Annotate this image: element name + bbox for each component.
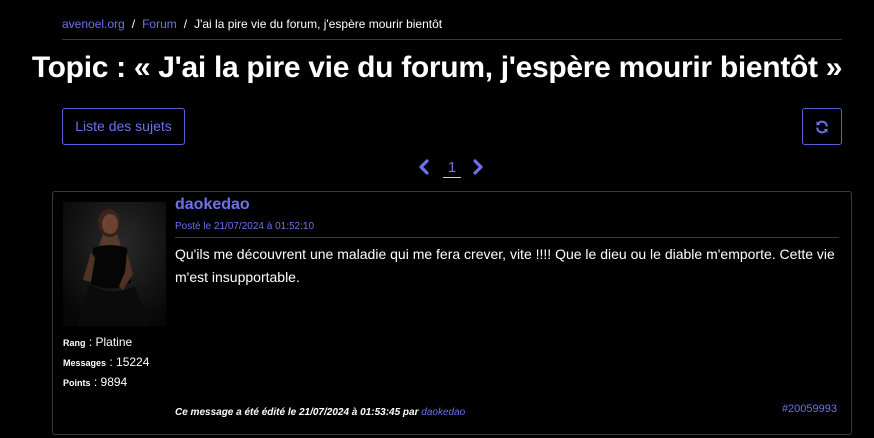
page-number-current[interactable]: 1 xyxy=(443,159,461,178)
post-content: Qu'ils me découvrent une maladie qui me … xyxy=(175,246,835,285)
post-timestamp[interactable]: Posté le 21/07/2024 à 01:52:10 xyxy=(175,220,314,234)
post-id-link[interactable]: #20059993 xyxy=(782,402,837,416)
post-divider xyxy=(175,237,839,238)
post-author[interactable]: daokedao xyxy=(175,195,250,215)
pagination: 1 xyxy=(0,156,874,180)
topics-list-button[interactable]: Liste des sujets xyxy=(62,108,185,145)
forum-post: Rang : Platine Messages : 15224 Points :… xyxy=(52,191,852,435)
avatar[interactable] xyxy=(63,202,166,326)
refresh-icon xyxy=(816,120,828,133)
breadcrumb: avenoel.org / Forum / J'ai la pire vie du fo… xyxy=(62,16,442,32)
edit-notice: Ce message a été édité le 21/07/2024 à 0… xyxy=(175,407,466,418)
breadcrumb-current: J'ai la pire vie du forum, j'espère mour… xyxy=(194,17,443,31)
breadcrumb-forum-link[interactable]: Forum xyxy=(142,17,177,31)
page: avenoel.org / Forum / J'ai la pire vie du fo… xyxy=(0,0,874,438)
user-info: Rang : Platine Messages : 15224 Points :… xyxy=(63,333,149,393)
refresh-button[interactable] xyxy=(802,108,842,145)
user-messages: Messages : 15224 xyxy=(63,355,150,369)
page-title: Topic : « J'ai la pire vie du forum, j'e… xyxy=(31,51,843,84)
user-points: Points : 9894 xyxy=(63,375,128,389)
header-divider xyxy=(62,39,842,40)
chevron-left-icon[interactable] xyxy=(416,158,432,176)
edit-author-link[interactable]: daokedao xyxy=(421,407,465,418)
chevron-right-icon[interactable] xyxy=(470,158,486,176)
user-rank: Rang : Platine xyxy=(63,335,133,349)
breadcrumb-separator: / xyxy=(131,17,136,31)
breadcrumb-separator: / xyxy=(183,17,188,31)
breadcrumb-home-link[interactable]: avenoel.org xyxy=(62,17,125,31)
